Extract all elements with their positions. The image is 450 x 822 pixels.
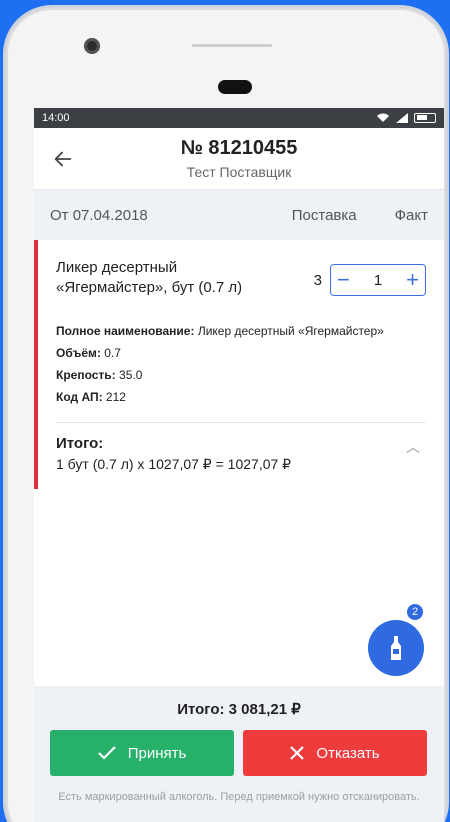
item-name-line2: «Ягермайстер», бут (0.7 л) xyxy=(56,279,243,296)
status-time: 14:00 xyxy=(42,112,70,124)
grand-total: Итого: 3 081,21 ₽ xyxy=(177,701,301,718)
item-header: Ликер десертный «Ягермайстер», бут (0.7 … xyxy=(56,258,426,298)
accept-button[interactable]: Принять xyxy=(50,730,234,776)
chevron-up-icon[interactable]: ︿ xyxy=(406,437,420,457)
close-icon xyxy=(290,746,305,760)
total-label: Итого: xyxy=(56,435,104,452)
column-supply: Поставка xyxy=(291,206,357,224)
supply-quantity: 3 xyxy=(313,271,322,289)
footer-panel: Итого: 3 081,21 ₽ Принять Отказать Есть … xyxy=(34,686,444,822)
app-bar: № 81210455 Тест Поставщик xyxy=(34,128,444,190)
item-name-line1: Ликер десертный xyxy=(56,259,178,276)
plus-icon[interactable]: + xyxy=(406,267,419,293)
quantity-group: 3 − 1 + xyxy=(314,264,426,296)
total-calculation: 1 бут (0.7 л) х 1027,07 ₽ = 1027,07 ₽ xyxy=(56,456,292,472)
detail-volume: Объём: 0.7 xyxy=(56,346,121,360)
count-badge: 2 xyxy=(405,602,425,622)
reject-button[interactable]: Отказать xyxy=(243,730,427,776)
back-arrow-icon[interactable] xyxy=(52,148,74,170)
reject-label: Отказать xyxy=(316,744,380,762)
page-title: № 81210455 xyxy=(180,137,298,159)
item-details: Полное наименование: Ликер десертный «Яг… xyxy=(56,320,426,408)
detail-full-name: Полное наименование: Ликер десертный «Яг… xyxy=(56,324,384,338)
scan-note: Есть маркированный алкоголь. Перед прием… xyxy=(58,791,420,803)
detail-strength: Крепость: 35.0 xyxy=(56,368,143,382)
quantity-value[interactable]: 1 xyxy=(374,272,382,289)
detail-code: Код АП: 212 xyxy=(56,390,126,404)
header-titles: № 81210455 Тест Поставщик xyxy=(34,137,444,180)
list-item: Ликер десертный «Ягермайстер», бут (0.7 … xyxy=(34,240,444,423)
quantity-stepper[interactable]: − 1 + xyxy=(330,264,426,296)
page-subtitle: Тест Поставщик xyxy=(186,164,292,180)
accept-label: Принять xyxy=(127,744,187,762)
item-name: Ликер десертный «Ягермайстер», бут (0.7 … xyxy=(56,258,276,298)
scan-bottle-button[interactable] xyxy=(368,620,424,676)
bottle-icon xyxy=(391,636,401,660)
item-total[interactable]: Итого: 1 бут (0.7 л) х 1027,07 ₽ = 1027,… xyxy=(34,423,444,489)
front-camera xyxy=(84,38,100,54)
check-icon xyxy=(97,746,116,760)
wifi-icon xyxy=(377,113,389,122)
column-fact: Факт xyxy=(394,206,428,224)
filter-bar: От 07.04.2018 Поставка Факт xyxy=(34,190,444,240)
sensor-pill xyxy=(218,80,252,94)
speaker-grille xyxy=(192,44,272,47)
status-bar: 14:00 xyxy=(34,108,444,128)
phone-frame: 14:00 № 81210455 Тест Поставщик От 07.04… xyxy=(6,8,446,822)
date-filter[interactable]: От 07.04.2018 xyxy=(50,207,292,224)
minus-icon[interactable]: − xyxy=(337,267,350,293)
status-icons xyxy=(376,113,436,123)
app-screen: 14:00 № 81210455 Тест Поставщик От 07.04… xyxy=(34,108,444,822)
battery-icon xyxy=(414,113,436,123)
signal-icon xyxy=(396,113,408,123)
